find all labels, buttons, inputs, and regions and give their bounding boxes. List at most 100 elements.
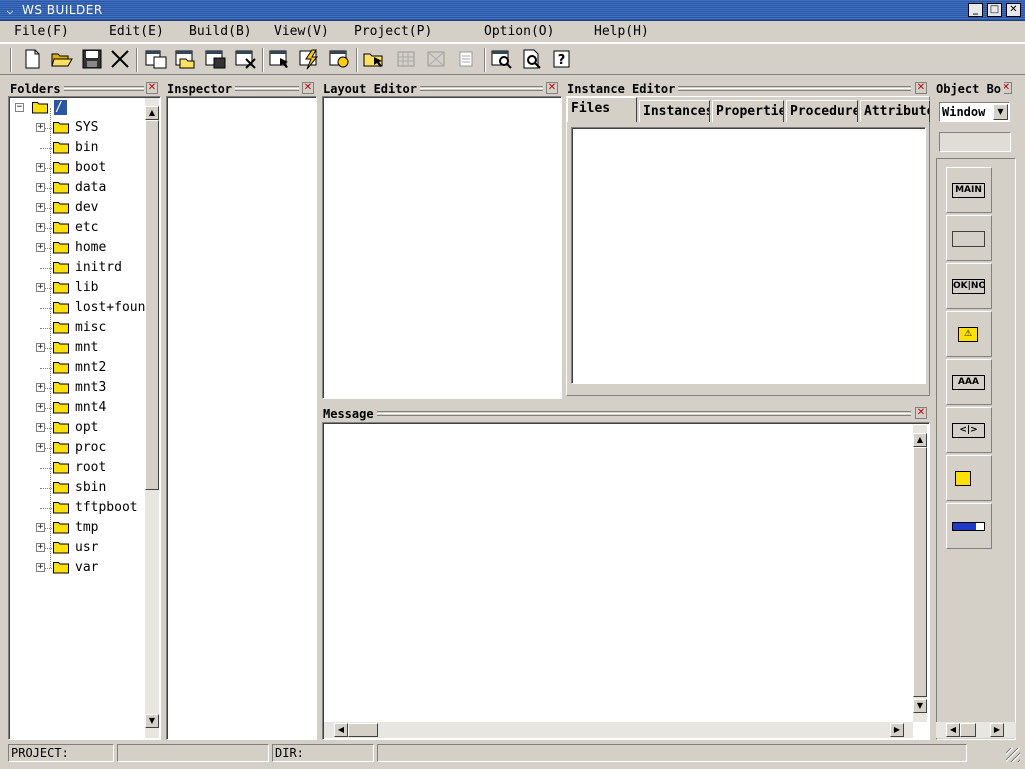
folders-close-icon[interactable]: ✕ xyxy=(146,82,158,94)
inspector-close-icon[interactable]: ✕ xyxy=(302,82,314,94)
window-open-icon[interactable] xyxy=(174,48,198,70)
scroll-right-icon[interactable]: ▶ xyxy=(890,723,904,737)
expand-icon[interactable]: + xyxy=(36,543,45,552)
menu-project[interactable]: Project(P) xyxy=(354,24,432,39)
tree-item[interactable]: bin xyxy=(10,138,145,158)
tree-item[interactable]: + home xyxy=(10,238,145,258)
close-icon[interactable]: ✕ xyxy=(1006,3,1021,17)
settings-window-icon[interactable] xyxy=(328,48,352,70)
scroll-up-icon[interactable]: ▲ xyxy=(913,433,927,447)
expand-icon[interactable]: + xyxy=(36,123,45,132)
object-tool-button[interactable] xyxy=(946,455,992,501)
list-disabled-icon[interactable] xyxy=(454,48,478,70)
tab-procedures[interactable]: Procedure: xyxy=(786,100,858,122)
message-vscrollbar[interactable]: ▲ ▼ xyxy=(913,425,927,722)
tree-item[interactable]: + dev xyxy=(10,198,145,218)
find-window-icon[interactable] xyxy=(490,48,514,70)
scroll-thumb[interactable] xyxy=(913,447,927,697)
minimize-icon[interactable]: _ xyxy=(968,3,983,17)
object-tool-button[interactable]: OK|NO xyxy=(946,263,992,309)
layout-editor-close-icon[interactable]: ✕ xyxy=(546,82,558,94)
window-save-icon[interactable] xyxy=(204,48,228,70)
maximize-icon[interactable]: □ xyxy=(987,3,1002,17)
folder-cursor-icon[interactable] xyxy=(362,48,386,70)
lightning-icon[interactable] xyxy=(298,48,322,70)
expand-icon[interactable]: + xyxy=(36,223,45,232)
scroll-thumb[interactable] xyxy=(145,120,159,490)
grid-disabled-icon[interactable] xyxy=(394,48,418,70)
panel-grip[interactable] xyxy=(60,86,144,91)
tree-item[interactable]: sbin xyxy=(10,478,145,498)
tree-item[interactable]: root xyxy=(10,458,145,478)
tree-item[interactable]: + lib xyxy=(10,278,145,298)
expand-icon[interactable]: + xyxy=(36,243,45,252)
expand-icon[interactable]: + xyxy=(36,203,45,212)
collapse-icon[interactable]: − xyxy=(15,103,24,112)
scroll-down-icon[interactable]: ▼ xyxy=(913,699,927,713)
message-close-icon[interactable]: ✕ xyxy=(915,407,927,419)
menu-view[interactable]: View(V) xyxy=(274,24,329,39)
scroll-thumb[interactable] xyxy=(960,723,976,737)
tree-item[interactable]: + mnt4 xyxy=(10,398,145,418)
scroll-right-icon[interactable]: ▶ xyxy=(990,723,1004,737)
expand-icon[interactable]: + xyxy=(36,283,45,292)
message-hscrollbar[interactable]: ◀ ▶ xyxy=(324,722,913,738)
expand-icon[interactable]: + xyxy=(36,563,45,572)
object-tool-button[interactable]: ⚠ xyxy=(946,311,992,357)
object-tool-button[interactable]: <|> xyxy=(946,407,992,453)
object-palette-hscrollbar[interactable]: ◀ ▶ xyxy=(936,722,1016,738)
help-icon[interactable]: ? xyxy=(550,48,574,70)
open-folder-icon[interactable] xyxy=(50,48,74,70)
tree-item[interactable]: + SYS xyxy=(10,118,145,138)
save-icon[interactable] xyxy=(80,48,104,70)
dropdown-arrow-icon[interactable]: ▼ xyxy=(993,104,1008,120)
expand-icon[interactable]: + xyxy=(36,423,45,432)
resize-grip-icon[interactable] xyxy=(1006,748,1020,762)
expand-icon[interactable]: + xyxy=(36,343,45,352)
grid-remove-disabled-icon[interactable] xyxy=(424,48,448,70)
expand-icon[interactable]: + xyxy=(36,403,45,412)
scroll-thumb[interactable] xyxy=(348,723,378,737)
tree-item[interactable]: + tmp xyxy=(10,518,145,538)
scroll-left-icon[interactable]: ◀ xyxy=(334,723,348,737)
folders-scrollbar[interactable]: ▲ ▼ xyxy=(145,98,159,738)
object-name-field[interactable] xyxy=(939,132,1011,152)
panel-grip[interactable] xyxy=(377,411,911,416)
scroll-up-icon[interactable]: ▲ xyxy=(145,106,159,120)
panel-grip[interactable] xyxy=(677,86,911,91)
tree-item[interactable]: + data xyxy=(10,178,145,198)
expand-icon[interactable]: + xyxy=(36,183,45,192)
tree-item[interactable]: lost+found xyxy=(10,298,153,318)
find-doc-icon[interactable] xyxy=(520,48,544,70)
expand-icon[interactable]: + xyxy=(36,163,45,172)
files-list-area[interactable] xyxy=(571,127,926,384)
message-area[interactable] xyxy=(322,422,930,740)
new-file-icon[interactable] xyxy=(20,48,44,70)
tree-item[interactable]: + etc xyxy=(10,218,145,238)
tab-files[interactable]: Files xyxy=(567,97,637,122)
tab-properties[interactable]: Propertie: xyxy=(712,100,784,122)
tree-item[interactable]: misc xyxy=(10,318,145,338)
inspector-area[interactable] xyxy=(166,96,317,740)
tree-item[interactable]: mnt2 xyxy=(10,358,145,378)
tree-item[interactable]: + boot xyxy=(10,158,145,178)
expand-icon[interactable]: + xyxy=(36,523,45,532)
expand-icon[interactable]: + xyxy=(36,443,45,452)
cut-icon[interactable] xyxy=(108,48,132,70)
menu-option[interactable]: Option(O) xyxy=(484,24,554,39)
menu-build[interactable]: Build(B) xyxy=(189,24,252,39)
scroll-down-icon[interactable]: ▼ xyxy=(145,714,159,728)
select-icon[interactable] xyxy=(268,48,292,70)
panel-grip[interactable] xyxy=(233,86,299,91)
tree-item[interactable]: + proc xyxy=(10,438,145,458)
tree-item[interactable]: + opt xyxy=(10,418,145,438)
tree-item[interactable]: + usr xyxy=(10,538,145,558)
tree-item[interactable]: + mnt3 xyxy=(10,378,145,398)
tree-item[interactable]: initrd xyxy=(10,258,145,278)
expand-icon[interactable]: + xyxy=(36,383,45,392)
tree-item[interactable]: tftpboot xyxy=(10,498,145,518)
window-close-icon[interactable] xyxy=(234,48,258,70)
scroll-left-icon[interactable]: ◀ xyxy=(946,723,960,737)
object-tool-button[interactable]: MAIN xyxy=(946,167,992,213)
object-tool-button[interactable]: AAA xyxy=(946,359,992,405)
